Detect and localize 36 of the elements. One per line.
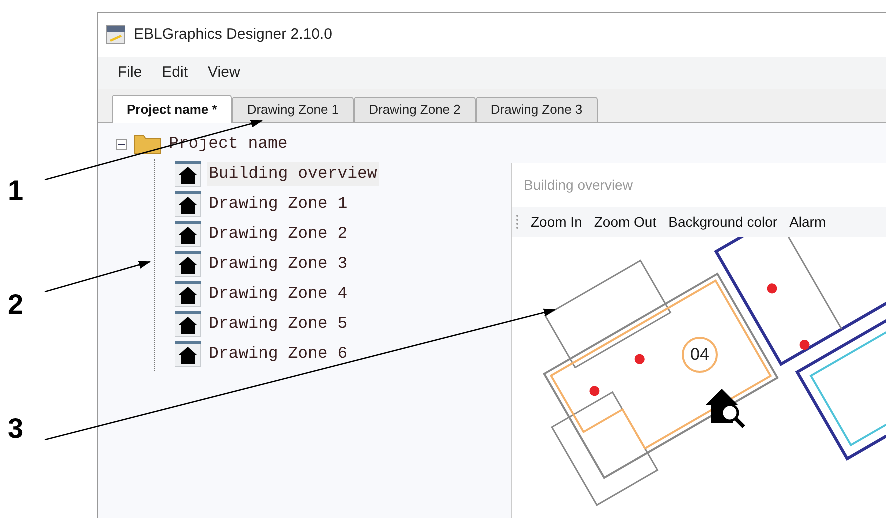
tab[interactable]: Drawing Zone 2: [354, 97, 476, 122]
tree-item[interactable]: Drawing Zone 5: [207, 312, 350, 336]
menu-item[interactable]: File: [118, 62, 142, 84]
callout-number: 2: [8, 288, 24, 322]
toolbar-button[interactable]: Background color: [668, 212, 778, 232]
tree-item[interactable]: Building overview: [207, 162, 380, 186]
folder-icon: [133, 133, 163, 155]
app-icon: [106, 25, 126, 45]
house-icon: [175, 191, 201, 217]
tab[interactable]: Drawing Zone 1: [232, 97, 354, 122]
child-window-title: Building overview: [524, 176, 633, 195]
tab[interactable]: Drawing Zone 3: [476, 97, 598, 122]
window-title: EBLGraphics Designer 2.10.0: [134, 24, 332, 45]
toolbar-button[interactable]: Alarm: [790, 212, 826, 232]
house-icon: [175, 281, 201, 307]
zone-number-badge: 04: [682, 337, 718, 373]
house-icon: [175, 221, 201, 247]
tree-item[interactable]: Project name: [169, 132, 288, 156]
house-icon: [175, 311, 201, 337]
tree-item[interactable]: Drawing Zone 6: [207, 342, 350, 366]
menu-item[interactable]: Edit: [162, 62, 188, 84]
house-icon: [175, 251, 201, 277]
tree-item[interactable]: Drawing Zone 4: [207, 282, 350, 306]
house-icon: [175, 161, 201, 187]
callout-number: 3: [8, 412, 24, 446]
tab[interactable]: Project name *: [112, 95, 232, 123]
toolbar-button[interactable]: Zoom In: [531, 212, 582, 232]
tree-item[interactable]: Drawing Zone 1: [207, 192, 350, 216]
toolbar-button[interactable]: Zoom Out: [594, 212, 657, 232]
minus-icon[interactable]: [116, 138, 127, 150]
tree-item[interactable]: Drawing Zone 2: [207, 222, 350, 246]
house-icon: [175, 341, 201, 367]
grip-icon: [516, 214, 519, 230]
menu-item[interactable]: View: [208, 62, 240, 84]
callout-number: 1: [8, 174, 24, 208]
tree-item[interactable]: Drawing Zone 3: [207, 252, 350, 276]
